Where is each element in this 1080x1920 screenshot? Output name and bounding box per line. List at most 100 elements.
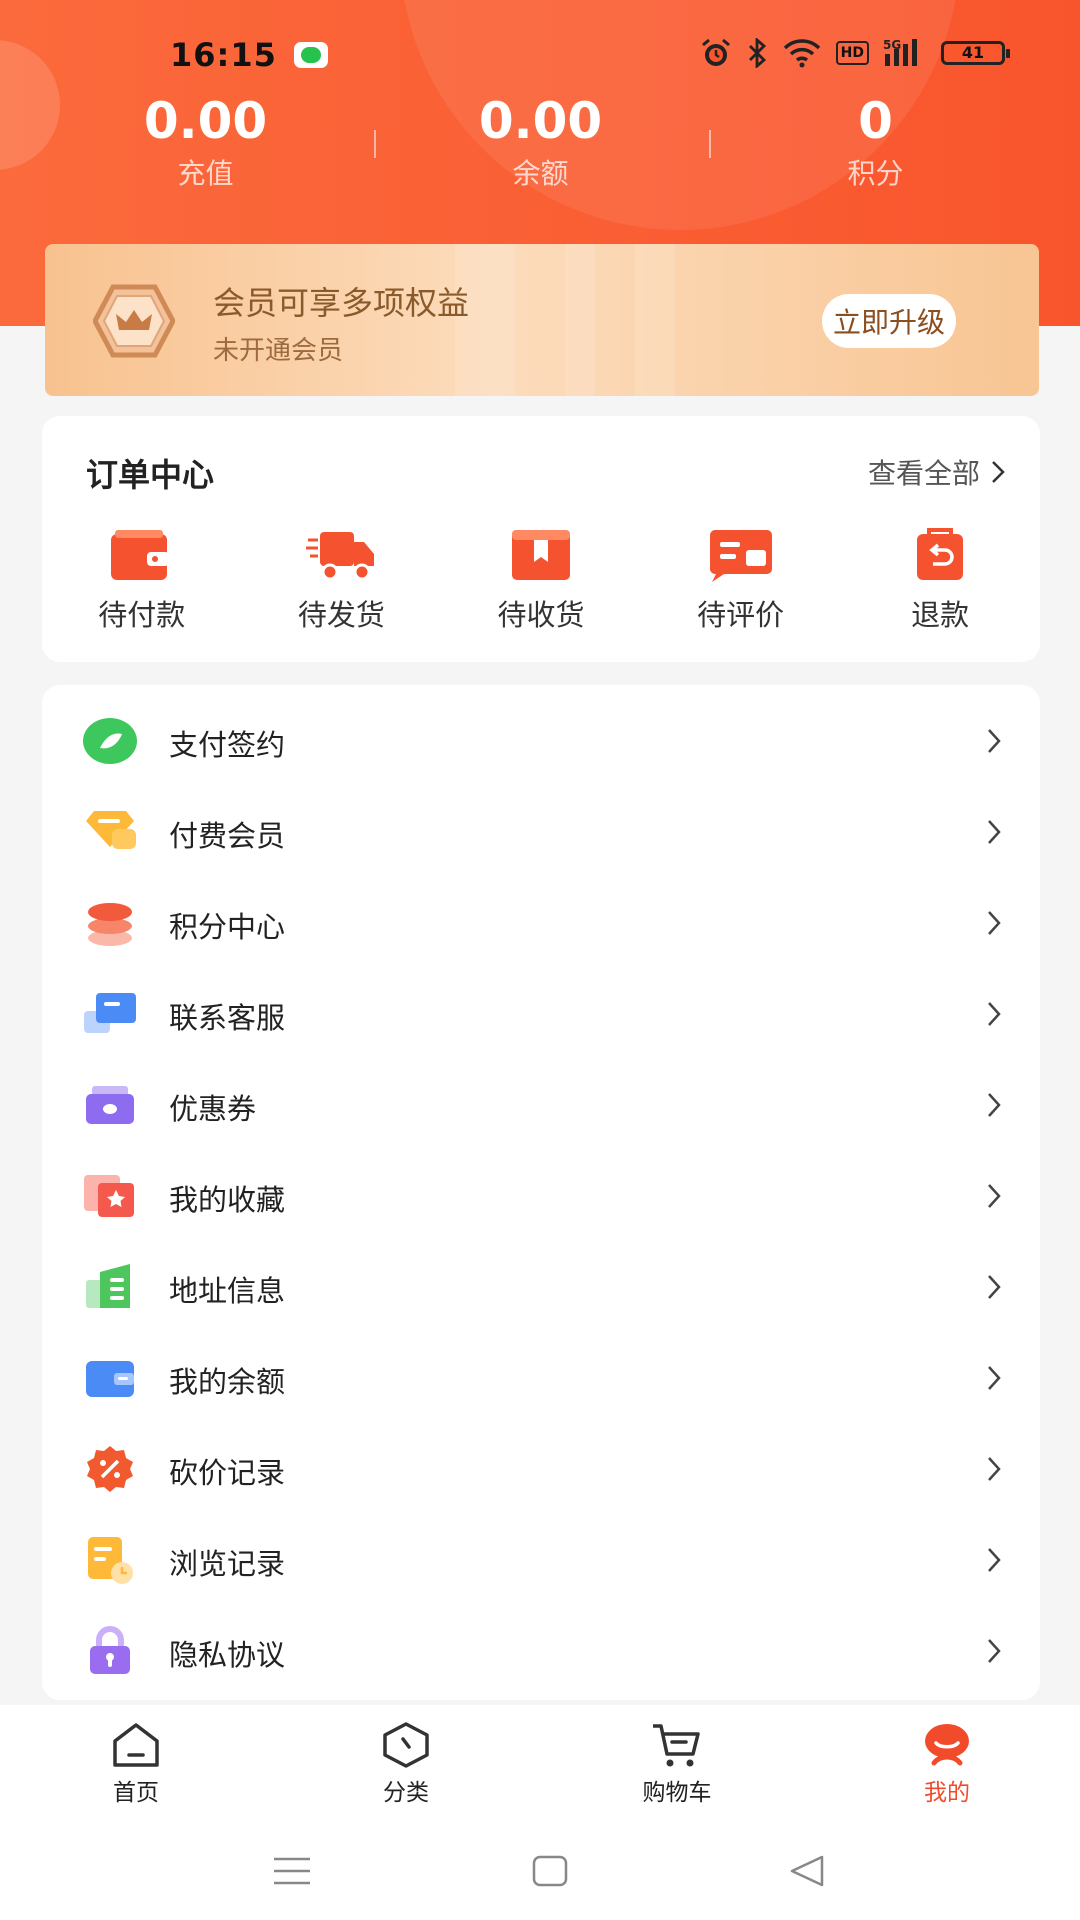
menu-item-label: 支付签约 (169, 728, 286, 762)
stat-value: 0.00 (143, 92, 268, 150)
chevron-right-icon (992, 461, 1005, 483)
order-status-refund[interactable]: 退款 (840, 528, 1040, 634)
back-icon[interactable] (786, 1851, 830, 1891)
order-status-pending-payment[interactable]: 待付款 (42, 528, 242, 634)
order-status-list: 待付款 待发货 待收货 待评价 退款 (42, 528, 1040, 634)
menu-item-bargain-records[interactable]: 砍价记录 (42, 1424, 1040, 1515)
menu-item-points-center[interactable]: 积分中心 (42, 878, 1040, 969)
chevron-right-icon (988, 820, 1001, 844)
tab-label: 首页 (113, 1780, 159, 1806)
order-center-card: 订单中心 查看全部 待付款 待发货 待收货 待评价 退款 (42, 416, 1040, 662)
bluetooth-icon (748, 38, 766, 68)
truck-icon (306, 532, 375, 581)
menu-item-privacy-policy[interactable]: 隐私协议 (42, 1606, 1040, 1697)
menu-item-label: 地址信息 (169, 1274, 286, 1308)
menu-item-label: 积分中心 (169, 910, 286, 944)
menu-item-address[interactable]: 地址信息 (42, 1242, 1040, 1333)
profile-icon (925, 1724, 969, 1766)
order-center-title: 订单中心 (86, 456, 215, 494)
stat-value: 0.00 (478, 92, 603, 150)
order-status-to-review[interactable]: 待评价 (641, 528, 841, 634)
menu-item-coupon[interactable]: 优惠券 (42, 1060, 1040, 1151)
chevron-right-icon (988, 1184, 1001, 1208)
order-status-to-ship[interactable]: 待发货 (242, 528, 442, 634)
stat-divider (709, 130, 711, 158)
privacy-icon (90, 1626, 130, 1674)
vip-banner[interactable]: 会员可享多项权益 未开通会员 立即升级 (45, 244, 1039, 396)
home-button-icon[interactable] (528, 1851, 572, 1891)
tab-label: 我的 (924, 1780, 970, 1806)
service-menu-card: 支付签约 付费会员 积分中心 联系客服 优惠券 我的收藏 地址信息 我的余额 砍… (42, 685, 1040, 1700)
chevron-right-icon (988, 1275, 1001, 1299)
chevron-right-icon (988, 1093, 1001, 1117)
menu-item-label: 优惠券 (169, 1092, 257, 1126)
order-status-label: 待付款 (98, 598, 186, 632)
menu-item-browse-history[interactable]: 浏览记录 (42, 1515, 1040, 1606)
menu-item-balance[interactable]: 我的余额 (42, 1333, 1040, 1424)
wifi-icon (783, 39, 820, 68)
menu-item-label: 隐私协议 (169, 1638, 286, 1672)
home-icon (113, 1723, 159, 1767)
menu-item-label: 联系客服 (169, 1001, 286, 1035)
refund-icon (917, 528, 964, 580)
stat-label: 积分 (847, 157, 904, 190)
menu-item-label: 砍价记录 (169, 1456, 286, 1490)
bottom-tab-bar: 首页 分类 购物车 我的 (0, 1705, 1080, 1823)
system-navigation-bar (0, 1823, 1080, 1920)
menu-item-paid-member[interactable]: 付费会员 (42, 787, 1040, 878)
tab-home[interactable]: 首页 (76, 1721, 196, 1807)
order-status-label: 待发货 (297, 598, 385, 632)
member-icon (86, 811, 136, 849)
menu-item-customer-service[interactable]: 联系客服 (42, 969, 1040, 1060)
tab-cart[interactable]: 购物车 (617, 1721, 737, 1807)
status-time: 16:15 (170, 36, 277, 74)
chevron-right-icon (988, 1002, 1001, 1026)
stat-points[interactable]: 0 积分 (708, 92, 1043, 192)
stat-balance[interactable]: 0.00 余额 (373, 92, 708, 192)
banner-decoration (565, 244, 595, 396)
pay-sign-icon (83, 718, 137, 764)
review-icon (709, 530, 772, 582)
chevron-right-icon (988, 729, 1001, 753)
points-icon (88, 903, 132, 946)
upgrade-button[interactable]: 立即升级 (822, 294, 956, 348)
order-status-to-receive[interactable]: 待收货 (441, 528, 641, 634)
tab-label: 分类 (383, 1780, 429, 1806)
history-icon (88, 1537, 133, 1584)
favorite-icon (84, 1175, 134, 1217)
balance-icon (86, 1361, 134, 1397)
wallet-icon (110, 530, 169, 580)
chevron-right-icon (988, 1457, 1001, 1481)
view-all-orders-link[interactable]: 查看全部 (868, 452, 1006, 492)
menu-item-label: 我的收藏 (169, 1183, 286, 1217)
tab-label: 购物车 (642, 1780, 712, 1806)
alarm-icon (701, 38, 730, 66)
tab-category[interactable]: 分类 (346, 1721, 466, 1807)
stat-divider (374, 130, 376, 158)
view-all-label: 查看全部 (867, 457, 980, 490)
banner-decoration (635, 244, 675, 396)
stat-recharge[interactable]: 0.00 充值 (38, 92, 373, 192)
vip-title: 会员可享多项权益 (213, 284, 470, 322)
menu-item-label: 我的余额 (169, 1365, 286, 1399)
stat-value: 0 (858, 92, 893, 150)
menu-item-label: 付费会员 (169, 819, 286, 853)
crown-badge-icon (93, 284, 175, 358)
category-icon (383, 1722, 429, 1768)
stat-label: 充值 (177, 157, 234, 190)
menu-item-favorites[interactable]: 我的收藏 (42, 1151, 1040, 1242)
cart-icon (653, 1724, 700, 1767)
tab-profile[interactable]: 我的 (887, 1721, 1007, 1807)
account-stats: 0.00 充值 0.00 余额 0 积分 (0, 92, 1080, 192)
address-icon (86, 1264, 130, 1308)
package-icon (511, 530, 570, 580)
service-icon (84, 993, 136, 1033)
hd-indicator: HD (835, 41, 869, 65)
order-status-label: 退款 (911, 598, 970, 632)
chevron-right-icon (988, 1639, 1001, 1663)
menu-icon[interactable] (270, 1851, 314, 1891)
vip-subtitle: 未开通会员 (213, 336, 344, 366)
stat-label: 余额 (512, 157, 569, 190)
menu-item-pay-sign[interactable]: 支付签约 (42, 696, 1040, 787)
coupon-icon (86, 1086, 134, 1124)
